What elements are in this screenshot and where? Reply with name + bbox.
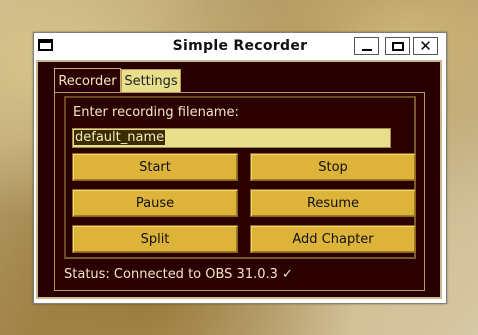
close-button[interactable]: ✕ xyxy=(413,37,438,55)
minimize-button[interactable] xyxy=(354,37,379,55)
resume-button[interactable]: Resume xyxy=(250,189,416,217)
app-window: Simple Recorder ✕ Recorder Settings Ente… xyxy=(33,32,447,304)
pause-button[interactable]: Pause xyxy=(72,189,238,217)
title-bar[interactable]: Simple Recorder ✕ xyxy=(34,33,446,60)
tab-settings[interactable]: Settings xyxy=(121,69,181,92)
maximize-button[interactable] xyxy=(385,37,410,55)
split-button[interactable]: Split xyxy=(72,225,238,253)
client-area: Recorder Settings Enter recording filena… xyxy=(38,62,440,297)
tab-recorder[interactable]: Recorder xyxy=(54,68,121,93)
window-client: Recorder Settings Enter recording filena… xyxy=(36,60,442,299)
stop-button[interactable]: Stop xyxy=(250,153,416,181)
add-chapter-button[interactable]: Add Chapter xyxy=(250,225,416,253)
maximize-icon xyxy=(391,41,404,51)
start-button[interactable]: Start xyxy=(72,153,238,181)
status-text: Status: Connected to OBS 31.0.3 ✓ xyxy=(64,267,293,282)
recorder-panel: Enter recording filename: default_name S… xyxy=(54,92,425,291)
filename-prompt: Enter recording filename: xyxy=(73,105,239,120)
controls-frame: Enter recording filename: default_name S… xyxy=(64,96,416,259)
close-icon: ✕ xyxy=(419,36,432,55)
filename-input[interactable]: default_name xyxy=(72,128,391,148)
minimize-icon xyxy=(361,49,372,51)
filename-value: default_name xyxy=(74,130,166,145)
